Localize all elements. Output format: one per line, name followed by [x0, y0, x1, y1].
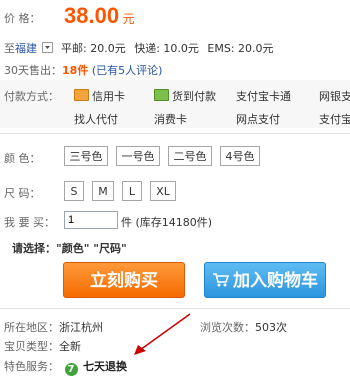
- shipping-row: 至福建 平邮: 20.0元 快递: 10.0元 EMS: 20.0元: [4, 40, 274, 56]
- size-option[interactable]: L: [122, 181, 142, 201]
- color-option[interactable]: 三号色: [64, 146, 108, 166]
- quantity-input[interactable]: [64, 211, 118, 229]
- price-block: 38.00 元: [64, 3, 135, 29]
- size-option[interactable]: S: [64, 181, 84, 201]
- type-value: 全新: [59, 340, 81, 353]
- payment-online-bank[interactable]: 网银支: [319, 88, 350, 104]
- color-label: 颜 色：: [4, 152, 41, 165]
- payment-credit-card[interactable]: 信用卡: [74, 88, 125, 104]
- payment-cod-label: 货到付款: [172, 90, 216, 103]
- type-row: 宝贝类型：全新: [4, 338, 81, 354]
- size-option[interactable]: M: [92, 181, 114, 201]
- payment-alipay-card[interactable]: 支付宝卡通: [236, 88, 291, 104]
- payment-proxy[interactable]: 找人代付: [74, 111, 118, 127]
- payment-label: 付款方式：: [4, 90, 59, 103]
- price-value: 38.00: [64, 3, 120, 28]
- sales-count: 18: [62, 64, 78, 77]
- price-unit: 元: [122, 12, 135, 26]
- reviews-link[interactable]: (已有5人评论): [92, 64, 163, 77]
- payment-alipay[interactable]: 支付宝: [319, 111, 350, 127]
- sales-unit: 件: [77, 64, 89, 77]
- views-row: 浏览次数：503次: [200, 319, 287, 335]
- payment-cod[interactable]: 货到付款: [154, 88, 216, 104]
- size-option[interactable]: XL: [150, 181, 176, 201]
- quantity-stock: 件 (库存14180件): [121, 214, 212, 230]
- location-row: 所在地区：浙江杭州: [4, 319, 103, 335]
- price-label: 价 格：: [4, 12, 41, 25]
- size-label: 尺 码：: [4, 187, 41, 200]
- quantity-label: 我 要 买：: [4, 216, 55, 229]
- sales-row: 30天售出：18件 (已有5人评论): [4, 62, 162, 78]
- cart-icon: [212, 265, 230, 287]
- service-value[interactable]: 七天退换: [83, 360, 127, 373]
- shipping-method-surface: 平邮: 20.0元: [61, 42, 126, 55]
- views-label: 浏览次数：: [200, 321, 255, 334]
- shipping-prefix: 至: [4, 42, 15, 55]
- color-option[interactable]: 二号色: [168, 146, 212, 166]
- chevron-down-icon[interactable]: [41, 42, 53, 53]
- buy-now-button[interactable]: 立刻购买: [63, 262, 185, 298]
- divider: [0, 308, 350, 309]
- payment-consumer-card[interactable]: 消费卡: [154, 111, 187, 127]
- location-value: 浙江杭州: [59, 321, 103, 334]
- annotation-arrow-icon: [134, 313, 191, 355]
- shipping-method-express: 快递: 10.0元: [134, 42, 199, 55]
- divider: [0, 133, 350, 134]
- cash-icon: [154, 89, 169, 101]
- color-option[interactable]: 一号色: [116, 146, 160, 166]
- service-label: 特色服务：: [4, 360, 59, 373]
- sales-label: 30天售出：: [4, 64, 62, 77]
- quantity-unit: 件: [121, 216, 132, 229]
- add-to-cart-label: 加入购物车: [233, 271, 318, 291]
- location-label: 所在地区：: [4, 321, 59, 334]
- selection-prompt: 请选择："颜色" "尺码": [12, 242, 127, 255]
- payment-credit-card-label: 信用卡: [92, 90, 125, 103]
- add-to-cart-button[interactable]: 加入购物车: [204, 262, 326, 298]
- service-row: 特色服务： 7 七天退换: [4, 358, 127, 376]
- stock-text: (库存14180件): [135, 216, 213, 229]
- payment-outlet[interactable]: 网点支付: [236, 111, 280, 127]
- color-option[interactable]: 4号色: [220, 146, 260, 166]
- credit-card-icon: [74, 89, 89, 101]
- seven-day-return-icon: 7: [64, 363, 78, 376]
- views-value: 503次: [255, 321, 287, 334]
- shipping-destination-select[interactable]: 福建: [15, 42, 37, 55]
- type-label: 宝贝类型：: [4, 340, 59, 353]
- shipping-method-ems: EMS: 20.0元: [207, 42, 274, 55]
